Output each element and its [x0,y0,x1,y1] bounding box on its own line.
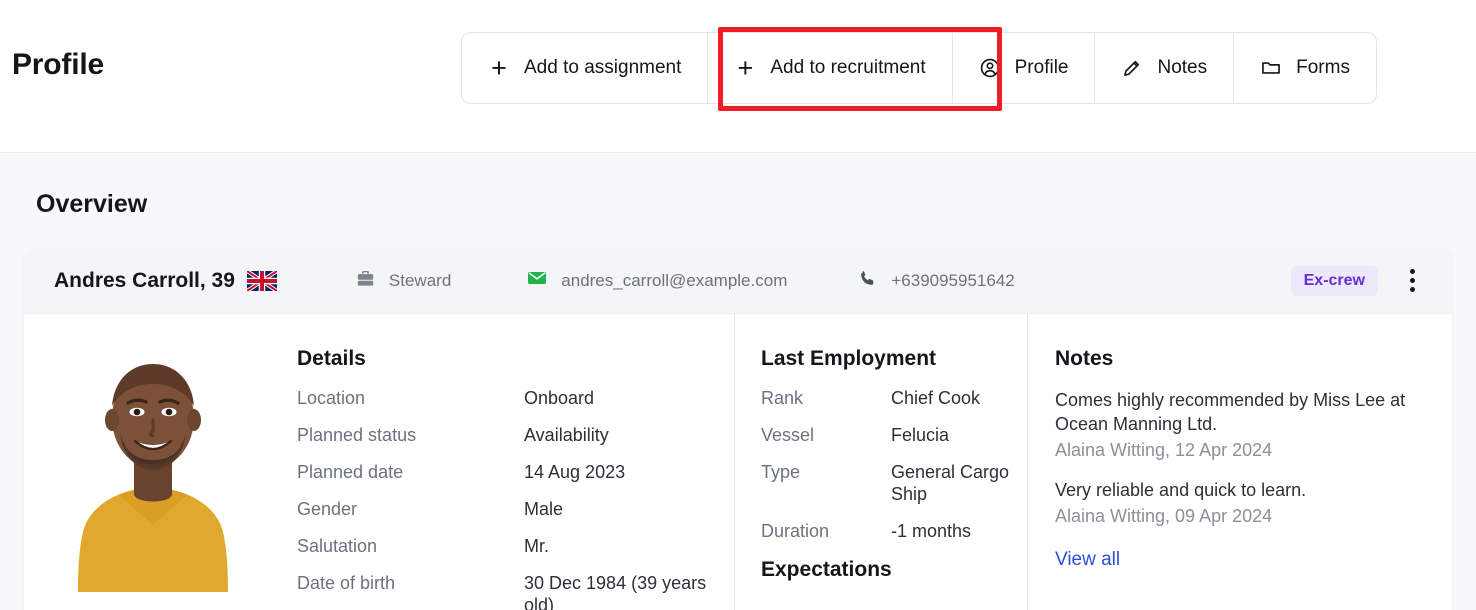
view-all-notes-link[interactable]: View all [1055,549,1120,571]
candidate-rank-label: Steward [388,270,452,290]
detail-value: Mr. [524,535,549,556]
candidate-overview-card: Andres Carroll, 39 Steward andres_carrol… [24,248,1452,610]
briefcase-icon [355,268,376,294]
add-to-assignment-label: Add to assignment [524,57,682,78]
note-item: Comes highly recommended by Miss Lee at … [1055,388,1452,462]
employment-row: Type General Cargo Ship [761,462,1027,506]
forms-label: Forms [1296,57,1350,78]
employment-key: Type [761,461,801,482]
detail-value: Onboard [524,388,595,408]
profile-label: Profile [1014,57,1069,78]
note-meta: Alaina Witting, 12 Apr 2024 [1055,439,1273,460]
note-text: Comes highly recommended by Miss Lee at … [1055,390,1406,435]
candidate-name-age: Andres Carroll, 39 [54,268,235,292]
detail-value: 14 Aug 2023 [524,461,626,482]
employment-row: Rank Chief Cook [761,388,1027,410]
add-to-assignment-button[interactable]: + Add to assignment [462,33,709,103]
status-badge: Ex-crew [1290,265,1378,296]
more-options-icon[interactable] [1400,268,1424,294]
detail-row: Planned status Availability [297,425,734,447]
employment-row: Vessel Felucia [761,425,1027,447]
plus-icon: + [737,52,754,83]
pencil-icon [1121,57,1143,79]
notes-label: Notes [1157,57,1208,78]
detail-key: Gender [297,498,358,519]
detail-key: Planned date [297,461,404,482]
employment-key: Rank [761,388,804,408]
detail-row: Location Onboard [297,388,734,410]
detail-key: Planned status [297,424,417,445]
employment-value: -1 months [891,520,972,541]
add-to-recruitment-label: Add to recruitment [770,57,926,78]
envelope-icon [526,267,548,294]
candidate-email-label: andres_carroll@example.com [561,270,788,290]
detail-key: Location [297,388,366,408]
note-meta: Alaina Witting, 09 Apr 2024 [1055,505,1273,526]
plus-icon: + [491,52,507,83]
overview-heading: Overview [36,190,148,218]
top-toolbar: Profile + Add to assignment + Add to rec… [0,0,1476,153]
last-employment-column: Last Employment Rank Chief Cook Vessel F… [734,314,1027,610]
user-circle-icon [979,57,1001,79]
candidate-phone-label: +639095951642 [891,270,1015,290]
detail-key: Salutation [297,535,378,556]
candidate-overview-body: Details Location Onboard Planned status … [24,314,1452,610]
detail-row: Gender Male [297,499,734,521]
candidate-email: andres_carroll@example.com [526,267,787,294]
candidate-rank: Steward [355,268,451,294]
folder-icon [1260,57,1282,79]
details-heading: Details [297,347,366,370]
employment-value: Felucia [891,424,950,445]
add-to-recruitment-button[interactable]: + Add to recruitment [708,33,953,103]
detail-value: Male [524,498,564,519]
last-employment-heading: Last Employment [761,347,937,370]
detail-row: Date of birth 30 Dec 1984 (39 years old) [297,573,734,610]
detail-value: 30 Dec 1984 (39 years old) [524,572,707,610]
notes-heading: Notes [1055,347,1114,370]
note-text: Very reliable and quick to learn. [1055,480,1307,501]
detail-row: Planned date 14 Aug 2023 [297,462,734,484]
employment-row: Duration -1 months [761,521,1027,543]
notes-button[interactable]: Notes [1095,33,1235,103]
forms-button[interactable]: Forms [1234,33,1376,103]
employment-value: Chief Cook [891,388,981,408]
detail-key: Date of birth [297,572,396,593]
details-column: Details Location Onboard Planned status … [274,314,734,610]
expectations-heading: Expectations [761,557,892,581]
candidate-summary-bar: Andres Carroll, 39 Steward andres_carrol… [24,248,1452,314]
phone-icon [857,268,878,294]
note-item: Very reliable and quick to learn. Alaina… [1055,478,1452,528]
page-title: Profile [12,48,104,81]
united-kingdom-flag-icon [246,270,277,291]
detail-row: Salutation Mr. [297,536,734,558]
employment-key: Vessel [761,424,815,445]
employment-key: Duration [761,520,830,541]
profile-button[interactable]: Profile [953,33,1096,103]
detail-value: Availability [524,424,609,445]
employment-value: General Cargo Ship [891,461,1010,504]
candidate-phone: +639095951642 [857,268,1015,294]
action-button-group: + Add to assignment + Add to recruitment… [461,32,1377,104]
candidate-avatar [54,340,252,592]
candidate-photo-column [24,314,274,610]
notes-column: Notes Comes highly recommended by Miss L… [1027,314,1452,610]
